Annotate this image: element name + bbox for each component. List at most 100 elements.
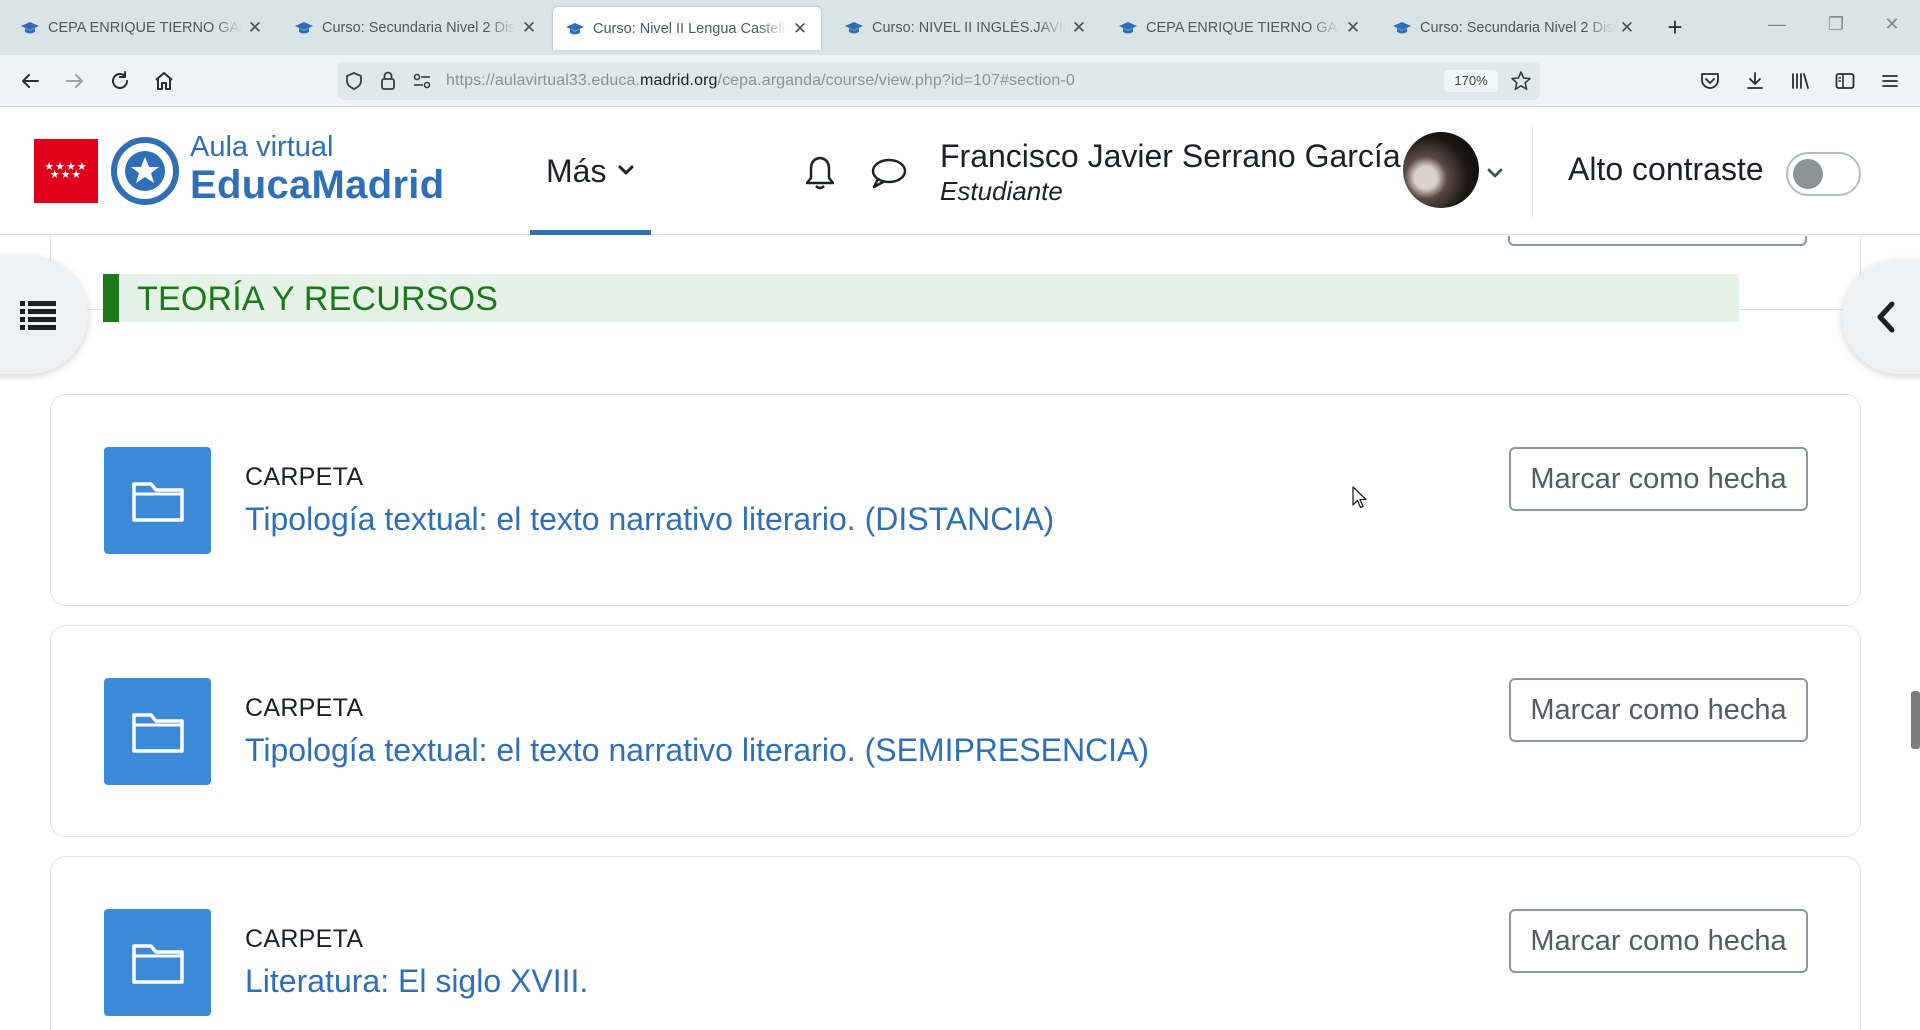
tab-label: Curso: Secundaria Nivel 2 Distancia (1420, 20, 1614, 36)
reload-button[interactable] (104, 65, 136, 97)
avatar[interactable] (1403, 132, 1479, 208)
mark-as-done-button[interactable]: Marcar como hecha (1509, 447, 1808, 511)
folder-activity-icon[interactable] (104, 447, 211, 554)
educamadrid-logo-icon[interactable] (110, 136, 180, 206)
zoom-indicator[interactable]: 170% (1444, 70, 1498, 92)
mark-as-done-button[interactable]: Marcar como hecha (1509, 909, 1808, 973)
active-nav-underline (530, 230, 651, 235)
url-domain: madrid.org (640, 72, 718, 89)
chevron-left-icon (1877, 301, 1895, 333)
home-icon (155, 72, 173, 90)
sidebar-button[interactable] (1829, 65, 1861, 97)
toggle-knob (1793, 159, 1823, 189)
moodle-cap-icon (295, 22, 313, 34)
moodle-cap-icon (1393, 22, 1411, 34)
back-button[interactable] (14, 65, 46, 97)
moodle-cap-icon (845, 22, 863, 34)
folder-activity-icon[interactable] (104, 678, 211, 785)
section-header: TEORÍA Y RECURSOS (103, 274, 1739, 322)
folder-icon (131, 712, 184, 753)
browser-tab[interactable]: Curso: NIVEL II INGLÉS.JAVIER ✕ (832, 6, 1100, 50)
high-contrast-toggle[interactable] (1786, 152, 1861, 196)
close-icon[interactable]: ✕ (1344, 18, 1362, 38)
list-icon (20, 301, 56, 330)
activity-item: CARPETA Tipología textual: el texto narr… (50, 394, 1861, 606)
mark-done-button-partial[interactable] (1508, 236, 1807, 246)
pocket-button[interactable] (1694, 65, 1726, 97)
tab-label: Curso: Secundaria Nivel 2 Distancia (322, 20, 516, 36)
scrollbar-thumb[interactable] (1911, 691, 1920, 749)
browser-tab-active[interactable]: Curso: Nivel II Lengua Castellana ✕ (552, 6, 822, 50)
tab-label: CEPA ENRIQUE TIERNO GALVÁN (48, 20, 242, 36)
arrow-left-icon (22, 74, 39, 88)
activity-link[interactable]: Tipología textual: el texto narrativo li… (245, 501, 1054, 538)
arrow-right-icon (66, 74, 83, 88)
header-divider (1532, 125, 1533, 217)
address-bar[interactable]: https://aulavirtual33.educa.madrid.org/c… (338, 62, 1540, 100)
shield-icon[interactable] (344, 71, 364, 91)
folder-activity-icon[interactable] (104, 909, 211, 1016)
sidebar-icon (1835, 73, 1855, 89)
permissions-icon[interactable] (412, 72, 432, 90)
browser-tab[interactable]: Curso: Secundaria Nivel 2 Distancia ✕ (1380, 6, 1648, 50)
new-tab-button[interactable]: + (1660, 13, 1690, 41)
chevron-down-icon (618, 165, 634, 175)
url-path: /cepa.arganda/course/view.php?id=107#sec… (717, 72, 1075, 89)
moodle-cap-icon (21, 22, 39, 34)
library-icon (1792, 73, 1809, 89)
browser-tab[interactable]: Curso: Secundaria Nivel 2 Distancia ✕ (282, 6, 550, 50)
tab-label: Curso: NIVEL II INGLÉS.JAVIER (872, 20, 1066, 36)
close-icon[interactable]: ✕ (1070, 18, 1088, 38)
user-role: Estudiante (940, 176, 1063, 206)
reload-icon (112, 71, 128, 89)
close-icon[interactable]: ✕ (791, 19, 809, 39)
mouse-cursor-icon (1352, 486, 1367, 509)
url-text[interactable]: https://aulavirtual33.educa.madrid.org/c… (446, 72, 1075, 90)
activity-item: CARPETA Tipología textual: el texto narr… (50, 625, 1861, 837)
downloads-button[interactable] (1739, 65, 1771, 97)
site-header: ★★★★ ★★★ Aula virtual EducaMadrid Más Fra… (0, 107, 1920, 235)
menu-button[interactable] (1874, 65, 1906, 97)
tab-label: Curso: Nivel II Lengua Castellana (593, 20, 787, 37)
restore-button[interactable]: ❐ (1816, 14, 1856, 35)
download-icon (1747, 72, 1763, 89)
browser-tab[interactable]: CEPA ENRIQUE TIERNO GALVÁN ✕ (1106, 6, 1374, 50)
activity-link[interactable]: Literatura: El siglo XVIII. (245, 963, 588, 1000)
lock-icon[interactable] (378, 70, 398, 92)
course-content: TEORÍA Y RECURSOS CARPETA Tipología text… (0, 236, 1920, 1030)
browser-nav-bar: https://aulavirtual33.educa.madrid.org/c… (0, 55, 1920, 107)
mark-as-done-button[interactable]: Marcar como hecha (1509, 678, 1808, 742)
library-button[interactable] (1784, 65, 1816, 97)
more-menu[interactable]: Más (530, 107, 651, 235)
minimize-button[interactable]: — (1757, 14, 1797, 35)
activity-type-label: CARPETA (245, 463, 364, 491)
brand-subtitle[interactable]: Aula virtual (190, 131, 333, 164)
browser-tab[interactable]: CEPA ENRIQUE TIERNO GALVÁN ✕ (8, 6, 276, 50)
more-menu-label: Más (546, 153, 607, 189)
section-title: TEORÍA Y RECURSOS (137, 280, 499, 318)
bell-icon[interactable] (800, 153, 840, 193)
activity-link[interactable]: Tipología textual: el texto narrativo li… (245, 732, 1149, 769)
section-accent-bar (103, 274, 119, 322)
forward-button[interactable] (59, 65, 91, 97)
stars-icon: ★★★★ ★★★ (44, 161, 88, 181)
chat-bubble-icon[interactable] (868, 153, 908, 193)
chevron-down-icon[interactable] (1486, 164, 1504, 182)
tab-label: CEPA ENRIQUE TIERNO GALVÁN (1146, 20, 1340, 36)
home-button[interactable] (148, 65, 180, 97)
brand-title[interactable]: EducaMadrid (190, 163, 444, 208)
browser-tab-bar: CEPA ENRIQUE TIERNO GALVÁN ✕ Curso: Secu… (0, 0, 1920, 55)
close-icon[interactable]: ✕ (520, 18, 538, 38)
folder-icon (131, 943, 184, 984)
madrid-flag-logo[interactable]: ★★★★ ★★★ (34, 139, 98, 203)
star-icon[interactable] (1510, 70, 1532, 92)
high-contrast-label: Alto contraste (1568, 151, 1764, 187)
close-window-button[interactable]: ✕ (1872, 14, 1912, 35)
user-name[interactable]: Francisco Javier Serrano García (940, 138, 1401, 175)
folder-icon (131, 481, 184, 522)
activity-type-label: CARPETA (245, 925, 364, 953)
close-icon[interactable]: ✕ (1618, 18, 1636, 38)
pocket-icon (1701, 73, 1719, 89)
moodle-cap-icon (1119, 22, 1137, 34)
close-icon[interactable]: ✕ (246, 18, 264, 38)
